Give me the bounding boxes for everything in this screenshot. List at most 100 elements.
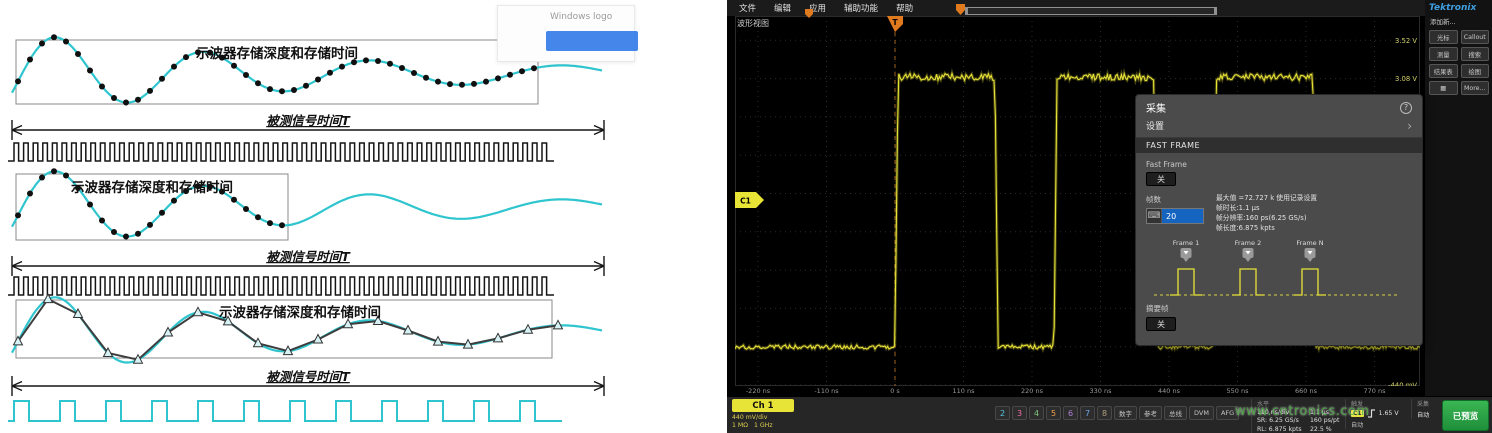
sample-dot (39, 175, 45, 181)
frame-tag-2: Frame 2 (1235, 239, 1261, 247)
diagram-3-title: 示波器存储深度和存储时间 (219, 304, 381, 321)
sample-dot (243, 206, 249, 212)
run-stop-button[interactable]: 已预览 (1442, 400, 1489, 431)
channel-button-5[interactable]: 6 (1063, 406, 1078, 420)
diagram-3-time-label: 被测信号时间T (266, 369, 351, 384)
fastframe-toggle[interactable]: 关 (1146, 172, 1176, 186)
menu-item-1[interactable]: 文件 (739, 2, 756, 14)
sample-dot (231, 63, 237, 69)
sample-dot (15, 212, 21, 218)
feature-button-2[interactable]: 参考 (1139, 406, 1162, 420)
help-icon[interactable]: ? (1400, 102, 1412, 114)
sample-dot (303, 83, 309, 89)
keypad-icon[interactable]: ⌨ (1147, 209, 1162, 223)
acquisition-readout[interactable]: 采集 自动 (1411, 399, 1441, 419)
sample-dot (123, 100, 129, 106)
sample-dot (159, 76, 165, 82)
menu-item-2[interactable]: 编辑 (774, 2, 791, 14)
diagram-2-title: 示波器存储深度和存储时间 (71, 179, 233, 196)
acquisition-title: 采集 (1417, 399, 1441, 408)
sample-dot (375, 58, 381, 64)
sample-dot (87, 68, 93, 74)
frame-count-row: 帧数 ⌨ 20 最大值 =72.727 k 使用记录设置 帧时长:1.1 μs … (1146, 194, 1412, 233)
time-label-3: 0 s (890, 387, 900, 395)
diagram-1-title: 示波器存储深度和存储时间 (196, 45, 358, 62)
watermark-text: www.cntronics.com (1235, 404, 1370, 419)
more-button[interactable]: More... (1461, 81, 1490, 95)
cursor-button[interactable]: 光标 (1429, 30, 1458, 44)
frame-count-value[interactable]: 20 (1162, 209, 1203, 223)
channel-button-1[interactable]: 2 (995, 406, 1010, 420)
plot-button[interactable]: 绘图 (1461, 64, 1490, 78)
sample-dot (99, 84, 105, 90)
channel-button-6[interactable]: 7 (1080, 406, 1095, 420)
sample-dot (147, 222, 153, 228)
sample-dot (507, 72, 513, 78)
sample-dot (339, 64, 345, 70)
overlay-button[interactable] (546, 31, 638, 51)
sample-dot (243, 72, 249, 78)
channel-button-4[interactable]: 5 (1046, 406, 1061, 420)
right-toolbar: Tektronix 添加新... 光标 Callout 测量 搜索 结果表 绘图… (1425, 0, 1492, 396)
trigger-flag-label: T (892, 18, 898, 27)
sample-dot (279, 222, 285, 228)
channel-button-7[interactable]: 8 (1097, 406, 1112, 420)
display-settings-icon-button[interactable]: ▦ (1429, 81, 1458, 95)
acquisition-panel: 采集 ? 设置 › FAST FRAME Fast Frame 关 帧数 ⌨ 2… (1135, 94, 1423, 346)
sample-dot (411, 70, 417, 76)
sample-dot (75, 51, 81, 57)
sample-dot (147, 88, 153, 94)
side-button-grid: 光标 Callout 测量 搜索 结果表 绘图 ▦ More... (1429, 30, 1489, 95)
measure-button[interactable]: 测量 (1429, 47, 1458, 61)
h-recordlength: RL: 6.875 kpts (1257, 426, 1305, 433)
feature-button-1[interactable]: 数字 (1114, 406, 1137, 420)
fastframe-label: Fast Frame (1146, 160, 1412, 169)
summary-frame-toggle[interactable]: 关 (1146, 317, 1176, 331)
search-button[interactable]: 搜索 (1461, 47, 1490, 61)
channel-1-badge[interactable]: Ch 1 440 mV/div 1 MΩ 1 GHz (732, 399, 804, 429)
sample-dot (111, 229, 117, 235)
time-label-9: 660 ns (1295, 387, 1317, 395)
info-line-4: 帧长度:6.875 kpts (1216, 224, 1317, 234)
chevron-right-icon: › (1407, 120, 1412, 132)
panel-title: 采集 (1146, 100, 1166, 115)
sample-dot (135, 231, 141, 237)
feature-button-3[interactable]: 总线 (1164, 406, 1187, 420)
sample-dot (423, 75, 429, 81)
settings-row[interactable]: 设置 › (1136, 117, 1422, 138)
bottom-bar: Ch 1 440 mV/div 1 MΩ 1 GHz 2345678 数字参考总… (727, 396, 1492, 433)
volt-label-9: -440 mV (1388, 382, 1417, 387)
frame-pulse (1232, 269, 1264, 295)
channel-1-bandwidth: 1 GHz (754, 422, 773, 429)
screenshot-root: 示波器存储深度和存储时间 示波器存储深度和存储时间 示波器存储深度和存储时间 被… (0, 0, 1492, 433)
menu-item-5[interactable]: 帮助 (896, 2, 913, 14)
trigger-mode: 自动 (1351, 420, 1407, 429)
results-table-button[interactable]: 结果表 (1429, 64, 1458, 78)
fastframe-section-header: FAST FRAME (1136, 138, 1422, 153)
sample-dot (519, 68, 525, 74)
channel-button-3[interactable]: 4 (1029, 406, 1044, 420)
sample-dot (135, 97, 141, 103)
sample-dot (171, 64, 177, 70)
frame-count-col: 帧数 ⌨ 20 (1146, 194, 1204, 233)
channel-button-2[interactable]: 3 (1012, 406, 1027, 420)
menu-item-4[interactable]: 辅助功能 (844, 2, 878, 14)
callout-button[interactable]: Callout (1461, 30, 1490, 44)
frame-count-input[interactable]: ⌨ 20 (1146, 208, 1204, 224)
time-label-10: 770 ns (1364, 387, 1386, 395)
feature-button-4[interactable]: DVM (1189, 406, 1214, 420)
info-line-2: 帧时长:1.1 μs (1216, 204, 1317, 214)
frame-pin-tip (1245, 258, 1251, 262)
sample-dot (183, 54, 189, 60)
h-position: 22.5 % (1310, 426, 1332, 433)
info-line-3: 帧分辨率:160 ps(6.25 GS/s) (1216, 214, 1317, 224)
sample-dot (327, 70, 333, 76)
feature-buttons: 数字参考总线DVMAFG (1114, 406, 1239, 420)
volt-label-1: 3.52 V (1395, 37, 1417, 45)
diagram-1-time-label: 被测信号时间T (266, 113, 351, 128)
trigger-level: 1.65 V (1379, 410, 1399, 417)
sample-dot (531, 65, 537, 71)
channel-1-tab[interactable]: Ch 1 (732, 399, 794, 412)
waveform-view-tab[interactable]: 波形视图 (737, 18, 769, 29)
time-label-2: -110 ns (814, 387, 838, 395)
